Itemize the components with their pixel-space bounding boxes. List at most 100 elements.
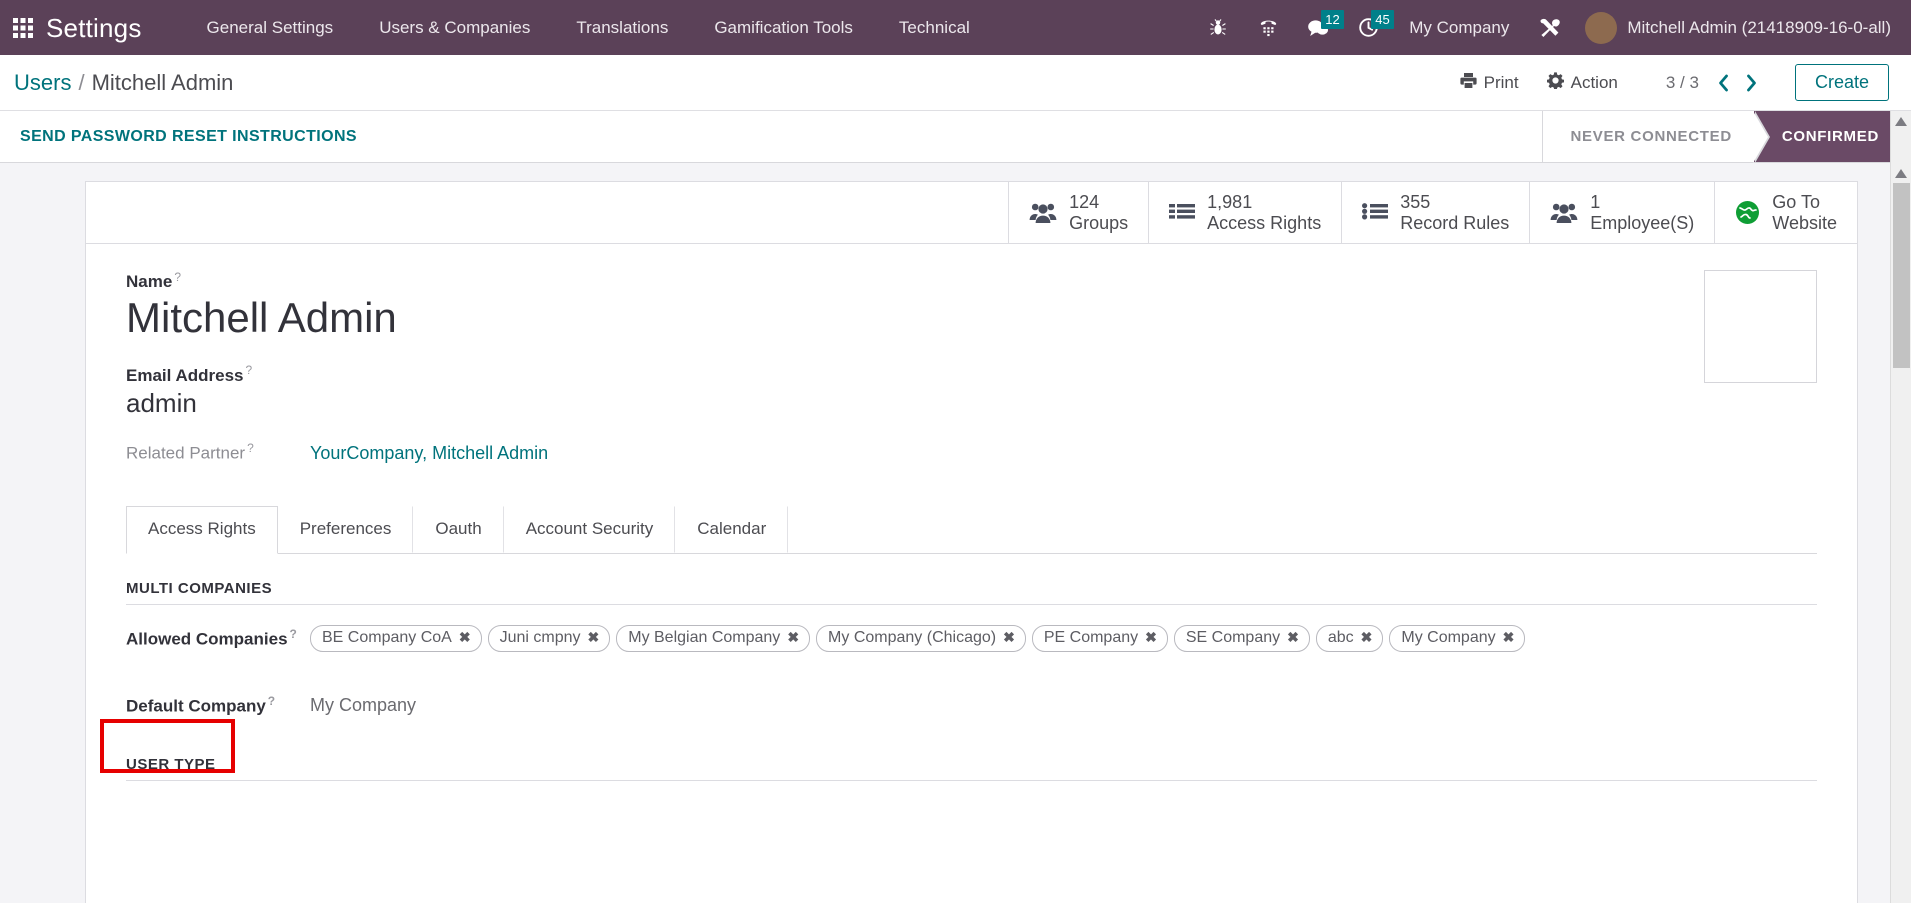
allowed-companies-field: Allowed Companies? BE Company CoA ✖ Juni … bbox=[126, 624, 1817, 652]
menu-item-translations[interactable]: Translations bbox=[553, 0, 691, 55]
scrollbar-thumb[interactable] bbox=[1893, 183, 1910, 368]
stat-value-record-rules: 355 bbox=[1400, 191, 1431, 212]
pager: 3 / 3 bbox=[1666, 68, 1765, 98]
navbar-right-group: 12 45 My Company Mitchell Admin (2141890… bbox=[1193, 0, 1897, 55]
tag-item[interactable]: SE Company ✖ bbox=[1173, 624, 1310, 652]
close-icon[interactable]: ✖ bbox=[459, 629, 471, 646]
tag-label: My Belgian Company bbox=[628, 628, 781, 646]
breadcrumb: Users / Mitchell Admin bbox=[14, 70, 233, 96]
stat-value-access-rights: 1,981 bbox=[1207, 191, 1253, 212]
name-label: Name bbox=[126, 272, 173, 292]
status-stage-never-connected[interactable]: NEVER CONNECTED bbox=[1541, 111, 1771, 163]
scroll-up-arrow-icon[interactable] bbox=[1891, 163, 1911, 183]
stat-label-website: Website bbox=[1772, 212, 1837, 233]
activity-badge-count: 45 bbox=[1371, 10, 1394, 29]
activity-clock-icon[interactable]: 45 bbox=[1343, 0, 1394, 55]
apps-grid-icon[interactable] bbox=[0, 0, 46, 55]
stat-button-go-to-website[interactable]: Go To Website bbox=[1714, 182, 1857, 243]
record-header-fields: Name? Mitchell Admin Email Address? admi… bbox=[86, 244, 1857, 464]
action-button[interactable]: Action bbox=[1533, 71, 1632, 94]
menu-item-gamification-tools[interactable]: Gamification Tools bbox=[691, 0, 876, 55]
allowed-companies-label: Allowed Companies? bbox=[126, 626, 297, 649]
default-company-value[interactable]: My Company bbox=[310, 695, 416, 716]
close-icon[interactable]: ✖ bbox=[1003, 629, 1015, 646]
related-partner-value[interactable]: YourCompany, Mitchell Admin bbox=[310, 443, 548, 464]
send-password-reset-button[interactable]: SEND PASSWORD RESET INSTRUCTIONS bbox=[0, 111, 377, 162]
user-photo[interactable] bbox=[1704, 270, 1817, 383]
name-help-marker[interactable]: ? bbox=[174, 270, 181, 284]
breadcrumb-separator: / bbox=[78, 69, 85, 95]
breadcrumb-users[interactable]: Users bbox=[14, 70, 71, 96]
tag-item[interactable]: PE Company ✖ bbox=[1031, 624, 1168, 652]
scrollbar-top-segment[interactable] bbox=[1890, 111, 1911, 163]
action-label: Action bbox=[1570, 72, 1618, 92]
close-icon[interactable]: ✖ bbox=[588, 629, 600, 646]
status-stage-confirmed[interactable]: CONFIRMED bbox=[1753, 111, 1911, 162]
scroll-up-arrow-icon[interactable] bbox=[1891, 111, 1911, 131]
create-button[interactable]: Create bbox=[1794, 64, 1889, 101]
related-partner-label: Related Partner? bbox=[126, 440, 254, 463]
vertical-scrollbar[interactable] bbox=[1890, 163, 1911, 903]
bug-icon[interactable] bbox=[1193, 0, 1243, 55]
tag-item[interactable]: My Company ✖ bbox=[1389, 624, 1526, 652]
stat-value-groups: 124 bbox=[1069, 191, 1100, 212]
stat-button-groups[interactable]: 124 Groups bbox=[1008, 182, 1148, 243]
chat-bubble-icon[interactable]: 12 bbox=[1293, 0, 1344, 55]
stat-value-website: Go To bbox=[1772, 191, 1820, 212]
control-panel: Users / Mitchell Admin Print Action 3 / … bbox=[0, 55, 1911, 111]
tab-calendar[interactable]: Calendar bbox=[675, 505, 789, 553]
tab-oauth[interactable]: Oauth bbox=[413, 505, 504, 553]
tag-item[interactable]: abc ✖ bbox=[1315, 624, 1384, 652]
top-navbar: Settings General Settings Users & Compan… bbox=[0, 0, 1911, 55]
user-type-section-title: USER TYPE bbox=[126, 756, 1817, 782]
record-sheet: 124 Groups 1,981 Access Rights 355 Recor… bbox=[85, 181, 1858, 903]
form-view-body: 124 Groups 1,981 Access Rights 355 Recor… bbox=[0, 163, 1911, 903]
close-icon[interactable]: ✖ bbox=[1287, 629, 1299, 646]
tag-label: Juni cmpny bbox=[499, 628, 581, 646]
name-input[interactable]: Mitchell Admin bbox=[126, 294, 1817, 341]
chevron-right-icon[interactable] bbox=[1739, 68, 1765, 98]
access-rights-panel: MULTI COMPANIES Allowed Companies? BE Co… bbox=[86, 554, 1857, 782]
email-help-marker[interactable]: ? bbox=[245, 363, 252, 377]
menu-item-technical[interactable]: Technical bbox=[876, 0, 993, 55]
close-icon[interactable]: ✖ bbox=[787, 629, 799, 646]
tag-item[interactable]: Juni cmpny ✖ bbox=[487, 624, 611, 652]
app-brand-title[interactable]: Settings bbox=[46, 15, 142, 41]
user-menu[interactable]: Mitchell Admin (21418909-16-0-all) bbox=[1575, 11, 1897, 44]
stat-button-record-rules[interactable]: 355 Record Rules bbox=[1341, 182, 1529, 243]
menu-item-users-companies[interactable]: Users & Companies bbox=[356, 0, 553, 55]
close-icon[interactable]: ✖ bbox=[1503, 629, 1515, 646]
company-switcher[interactable]: My Company bbox=[1393, 0, 1525, 55]
tab-access-rights[interactable]: Access Rights bbox=[126, 505, 278, 554]
allowed-companies-tags[interactable]: BE Company CoA ✖ Juni cmpny ✖ My Belgian C… bbox=[310, 624, 1526, 652]
phone-dialpad-icon[interactable] bbox=[1243, 0, 1293, 55]
main-menu: General Settings Users & Companies Trans… bbox=[184, 0, 993, 55]
stat-button-employees[interactable]: 1 Employee(S) bbox=[1529, 182, 1714, 243]
globe-icon bbox=[1735, 200, 1760, 225]
tab-preferences[interactable]: Preferences bbox=[278, 505, 414, 553]
tag-item[interactable]: My Company (Chicago) ✖ bbox=[816, 624, 1026, 652]
close-icon[interactable]: ✖ bbox=[1361, 629, 1373, 646]
tag-label: abc bbox=[1327, 628, 1354, 646]
email-input[interactable]: admin bbox=[126, 388, 1817, 419]
menu-item-general-settings[interactable]: General Settings bbox=[184, 0, 357, 55]
group-people-icon bbox=[1029, 202, 1057, 224]
stat-row-spacer bbox=[86, 182, 1008, 243]
list-lines-icon bbox=[1169, 202, 1196, 224]
avatar bbox=[1585, 11, 1618, 44]
tag-label: BE Company CoA bbox=[322, 628, 452, 646]
close-icon[interactable]: ✖ bbox=[1145, 629, 1157, 646]
tag-item[interactable]: BE Company CoA ✖ bbox=[310, 624, 482, 652]
wrench-screwdriver-icon[interactable] bbox=[1525, 0, 1575, 55]
allowed-companies-help-marker[interactable]: ? bbox=[290, 627, 297, 641]
tab-account-security[interactable]: Account Security bbox=[504, 505, 676, 553]
tag-label: SE Company bbox=[1185, 628, 1281, 646]
stat-value-employees: 1 bbox=[1590, 191, 1601, 212]
print-button[interactable]: Print bbox=[1446, 72, 1533, 94]
related-partner-help-marker[interactable]: ? bbox=[247, 441, 254, 455]
default-company-help-marker[interactable]: ? bbox=[268, 694, 275, 708]
user-menu-label: Mitchell Admin (21418909-16-0-all) bbox=[1627, 17, 1891, 37]
chevron-left-icon[interactable] bbox=[1711, 68, 1737, 98]
stat-button-access-rights[interactable]: 1,981 Access Rights bbox=[1148, 182, 1341, 243]
tag-item[interactable]: My Belgian Company ✖ bbox=[616, 624, 811, 652]
